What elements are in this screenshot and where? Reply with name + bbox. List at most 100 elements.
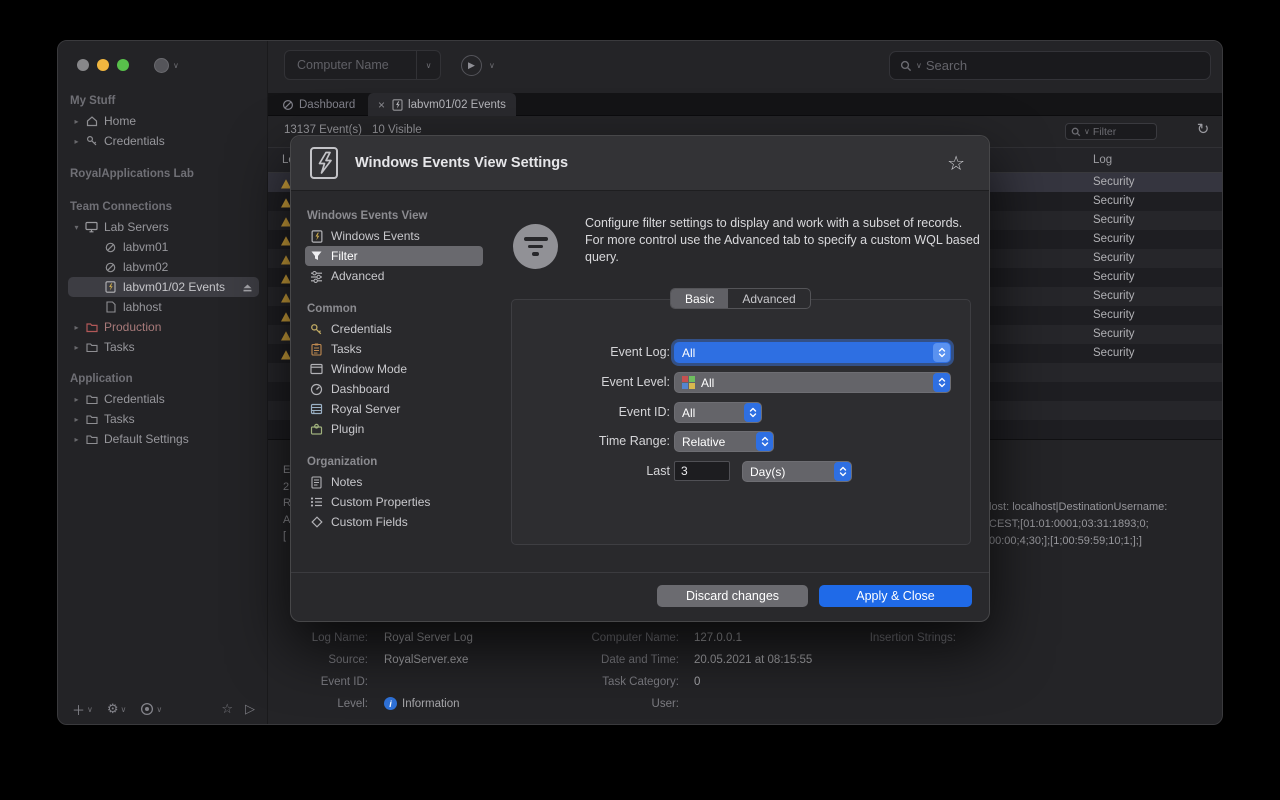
date-time-value: 20.05.2021 at 08:15:55: [694, 654, 812, 666]
document-icon: [102, 301, 119, 313]
column-log[interactable]: Log: [1093, 154, 1112, 166]
close-tab-icon[interactable]: ×: [378, 98, 385, 112]
chevron-right-icon: ▸: [70, 137, 83, 146]
tab-labvm0102-events[interactable]: × labvm01/02 Events: [368, 93, 516, 116]
apply-close-button[interactable]: Apply & Close: [819, 585, 972, 607]
last-value-input[interactable]: [674, 461, 730, 481]
search-scope-chevron[interactable]: ∨: [916, 61, 922, 70]
sidebar-item-labvm02[interactable]: labvm02: [68, 257, 259, 277]
nav-item-notes[interactable]: Notes: [305, 472, 483, 492]
sidebar-item-default-settings[interactable]: ▸ Default Settings: [68, 429, 259, 449]
nav-item-custom-properties[interactable]: Custom Properties: [305, 492, 483, 512]
nav-item-dashboard[interactable]: Dashboard: [305, 379, 483, 399]
chevron-down-icon[interactable]: ∨: [416, 51, 440, 79]
nav-item-advanced[interactable]: Advanced: [305, 266, 483, 286]
sidebar-item-tasks[interactable]: ▸ Tasks: [68, 337, 259, 357]
information-icon: i: [384, 697, 397, 710]
sidebar-header-royalapplications-lab: RoyalApplications Lab: [68, 164, 259, 184]
sidebar-tree: My Stuff ▸ Home ▸ Credentials RoyalAppli…: [68, 91, 259, 449]
time-range-select[interactable]: Relative: [674, 431, 774, 452]
event-id-label: Event ID:: [278, 676, 368, 688]
sidebar-item-app-tasks[interactable]: ▸ Tasks: [68, 409, 259, 429]
tag-icon: [309, 516, 324, 528]
search-input[interactable]: ∨ Search: [889, 51, 1211, 80]
folder-icon: [83, 322, 100, 333]
windows-events-view-settings-dialog: Windows Events View Settings ☆ Windows E…: [290, 135, 990, 622]
task-category-label: Task Category:: [568, 676, 679, 688]
folder-icon: [83, 434, 100, 445]
user-label: User:: [568, 698, 679, 710]
sidebar-item-labhost[interactable]: labhost: [68, 297, 259, 317]
search-icon: [1071, 127, 1081, 137]
stepper-icon: [834, 462, 851, 481]
sidebar: ∨ My Stuff ▸ Home ▸ Credentials RoyalApp…: [58, 41, 268, 724]
nav-item-filter[interactable]: Filter: [305, 246, 483, 266]
computer-name-button[interactable]: Computer Name ∨: [284, 50, 441, 80]
settings-button[interactable]: ⚙∨: [107, 701, 127, 717]
eject-icon[interactable]: [242, 282, 253, 293]
tab-advanced[interactable]: Advanced: [728, 289, 809, 308]
zoom-window-button[interactable]: [117, 59, 129, 71]
chevron-right-icon: ▸: [70, 323, 83, 332]
last-unit-select[interactable]: Day(s): [742, 461, 852, 482]
home-icon: [83, 115, 100, 127]
favorite-star-icon[interactable]: ☆: [947, 151, 965, 176]
tab-basic[interactable]: Basic: [671, 289, 728, 308]
event-log-select[interactable]: All: [674, 342, 951, 363]
connect-play-button[interactable]: ▶: [461, 55, 482, 76]
tab-dashboard[interactable]: Dashboard: [272, 93, 365, 116]
log-name-value: Royal Server Log: [384, 632, 473, 644]
filter-input[interactable]: ∨ Filter: [1065, 123, 1157, 140]
chevron-right-icon: ▸: [70, 395, 83, 404]
clipboard-icon: [309, 343, 324, 356]
folder-icon: [83, 342, 100, 353]
sidebar-item-home[interactable]: ▸ Home: [68, 111, 259, 131]
search-icon: [900, 60, 912, 72]
sidebar-item-credentials[interactable]: ▸ Credentials: [68, 131, 259, 151]
computer-name-value: 127.0.0.1: [694, 632, 742, 644]
time-range-label: Time Range:: [512, 434, 670, 448]
nav-item-windows-events[interactable]: Windows Events: [305, 226, 483, 246]
nav-header-common: Common: [305, 299, 483, 319]
connections-button[interactable]: ∨: [140, 702, 162, 716]
level-value: i Information: [384, 697, 460, 710]
connect-options-chevron[interactable]: ∨: [489, 61, 495, 70]
sidebar-item-production[interactable]: ▸ Production: [68, 317, 259, 337]
minimize-window-button[interactable]: [97, 59, 109, 71]
discard-changes-button[interactable]: Discard changes: [657, 585, 808, 607]
event-level-select[interactable]: All: [674, 372, 951, 393]
sidebar-item-app-credentials[interactable]: ▸ Credentials: [68, 389, 259, 409]
refresh-button[interactable]: ↻: [1193, 119, 1213, 139]
sidebar-header-my-stuff: My Stuff: [68, 91, 259, 111]
sidebar-item-labvm0102-events[interactable]: labvm01/02 Events: [68, 277, 259, 297]
nav-item-custom-fields[interactable]: Custom Fields: [305, 512, 483, 532]
key-icon: [309, 323, 324, 336]
dialog-footer-divider: [291, 572, 989, 573]
favorites-star-button[interactable]: ☆: [221, 701, 233, 717]
events-icon: [102, 281, 119, 293]
nav-item-royal-server[interactable]: Royal Server: [305, 399, 483, 419]
event-id-select[interactable]: All: [674, 402, 762, 423]
chevron-down-icon: ∨: [173, 61, 179, 70]
sidebar-item-labvm01[interactable]: labvm01: [68, 237, 259, 257]
date-time-label: Date and Time:: [568, 654, 679, 666]
nav-item-window-mode[interactable]: Window Mode: [305, 359, 483, 379]
window-icon: [309, 363, 324, 375]
add-button[interactable]: ＋∨: [72, 700, 93, 719]
filter-form-group: Event Log: All Event Level: All Event ID…: [511, 299, 971, 545]
filter-icon: [309, 250, 324, 262]
nav-item-tasks[interactable]: Tasks: [305, 339, 483, 359]
sidebar-item-lab-servers[interactable]: ▾ Lab Servers: [68, 217, 259, 237]
run-button[interactable]: ▷: [245, 701, 255, 717]
user-avatar-icon: [154, 58, 169, 73]
nav-item-credentials[interactable]: Credentials: [305, 319, 483, 339]
task-category-value: 0: [694, 676, 700, 688]
nav-item-plugin[interactable]: Plugin: [305, 419, 483, 439]
filter-placeholder: Filter: [1093, 126, 1116, 138]
event-id-label: Event ID:: [512, 405, 670, 419]
close-window-button[interactable]: [77, 59, 89, 71]
insertion-strings-text: lost: localhost|DestinationUsername:CEST…: [989, 499, 1167, 550]
notes-icon: [309, 476, 324, 489]
user-menu[interactable]: ∨: [154, 58, 179, 73]
filter-scope-chevron[interactable]: ∨: [1084, 127, 1090, 136]
